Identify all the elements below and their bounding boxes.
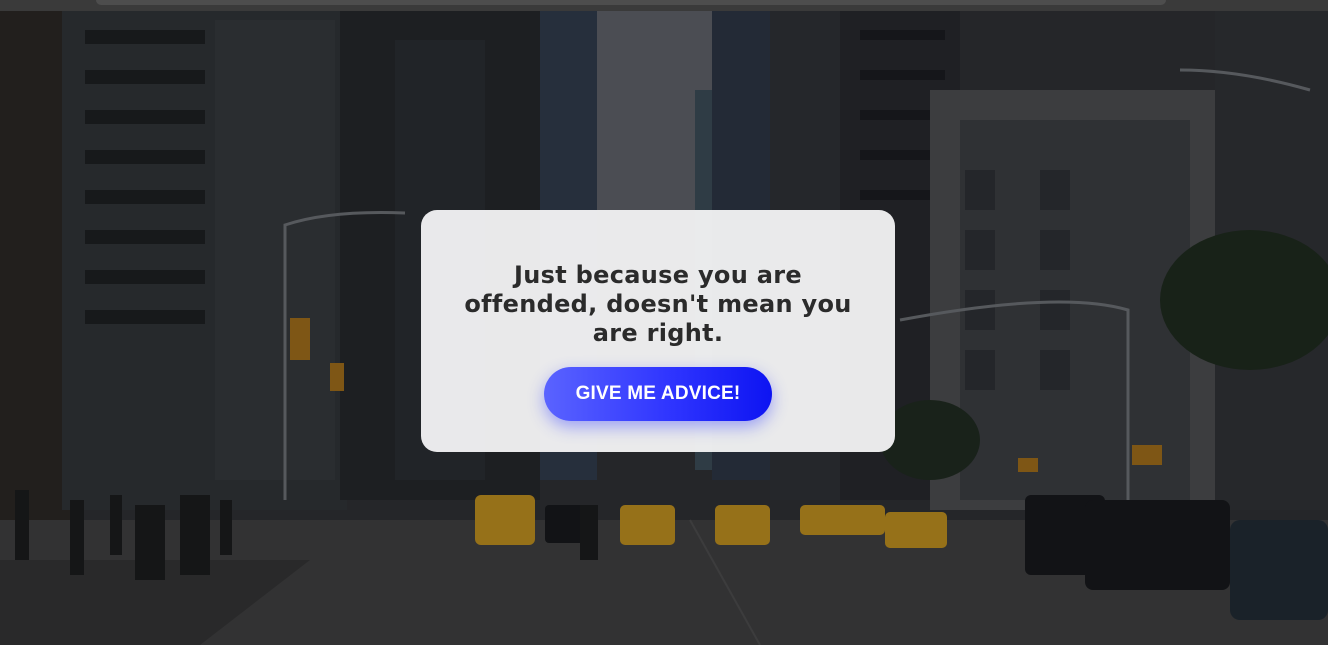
advice-quote: Just because you are offended, doesn't m… xyxy=(464,261,852,347)
scrollbar-thumb[interactable] xyxy=(96,0,1166,5)
give-me-advice-button[interactable]: GIVE ME ADVICE! xyxy=(544,367,772,421)
top-scrollbar-strip xyxy=(0,0,1328,11)
page-background: Just because you are offended, doesn't m… xyxy=(0,0,1328,645)
advice-card: Just because you are offended, doesn't m… xyxy=(421,210,895,452)
